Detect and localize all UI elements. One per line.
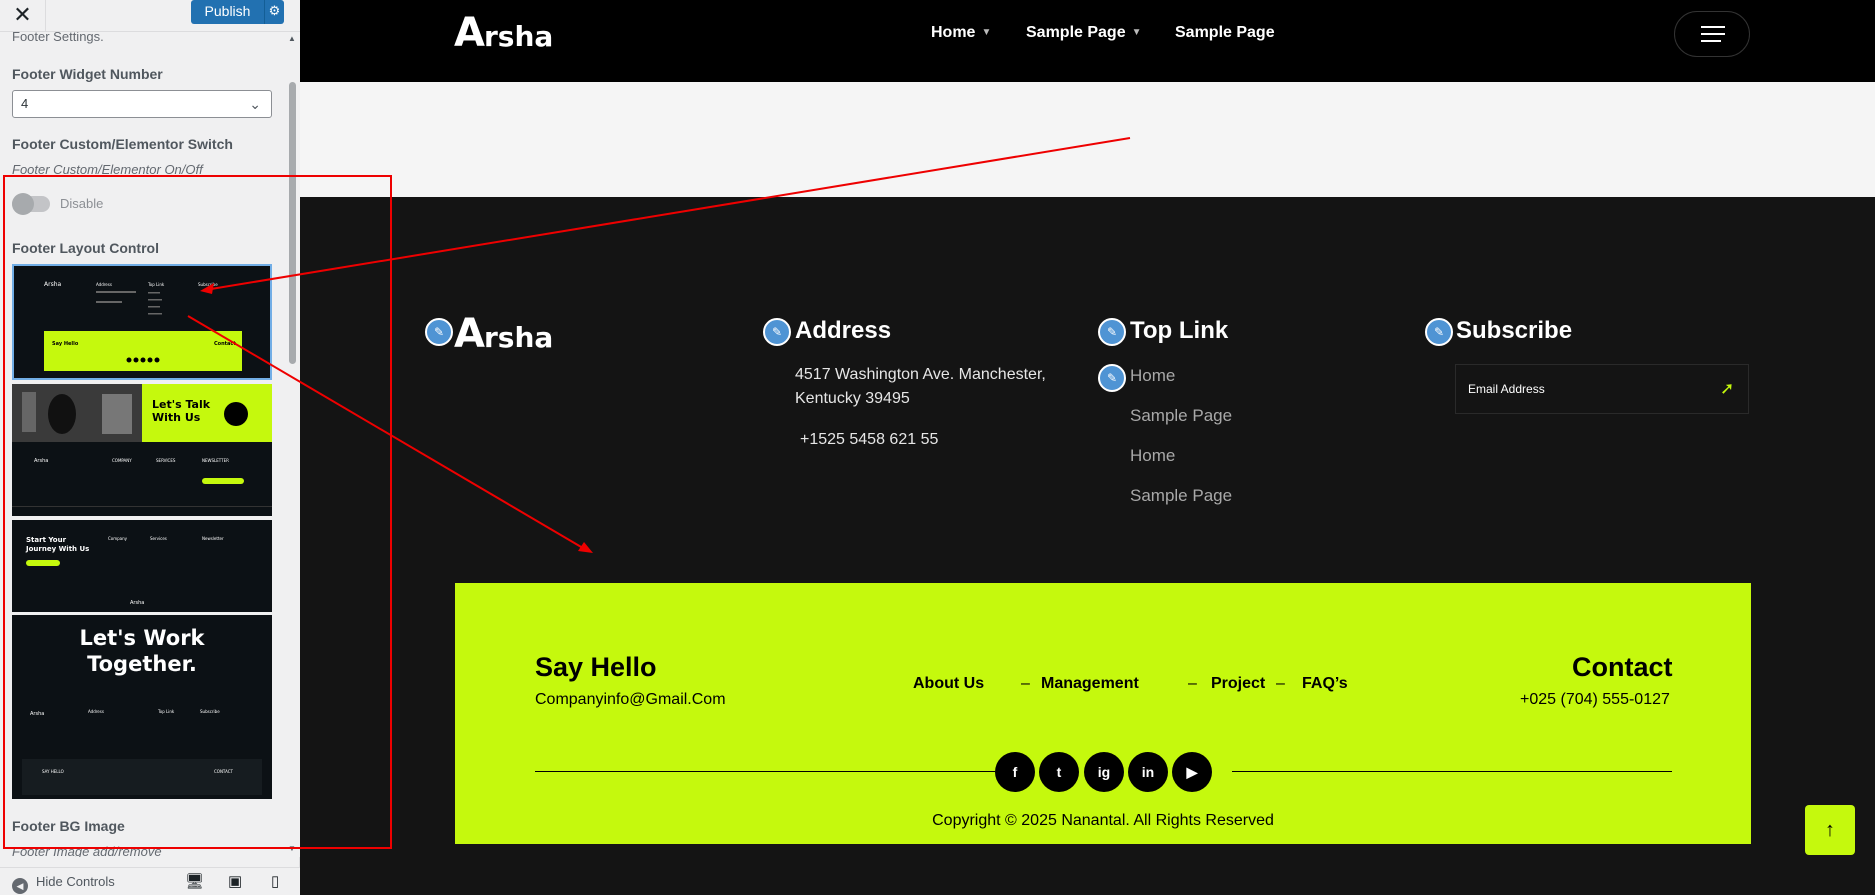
gear-icon[interactable]: ⚙ bbox=[264, 0, 284, 24]
subscribe-heading: Subscribe bbox=[1456, 317, 1573, 344]
contact-band: Say Hello Companyinfo@Gmail.Com About Us… bbox=[455, 583, 1751, 844]
email-input[interactable]: Email Address ➚ bbox=[1455, 364, 1749, 414]
hamburger-menu-icon[interactable] bbox=[1674, 11, 1750, 57]
say-hello-heading: Say Hello bbox=[535, 652, 657, 682]
address-line-1: 4517 Washington Ave. Manchester, bbox=[795, 366, 1046, 383]
address-line-2: Kentucky 39495 bbox=[795, 390, 910, 407]
footer-logo[interactable]: Arsha bbox=[454, 311, 553, 357]
toplink-sample-page[interactable]: Sample Page bbox=[1130, 486, 1232, 506]
edit-pencil-icon[interactable]: ✎ bbox=[763, 318, 791, 346]
site-footer: ✎ Arsha ✎ Address 4517 Washington Ave. M… bbox=[300, 197, 1875, 895]
menu-separator: – bbox=[1188, 675, 1197, 692]
edit-pencil-icon[interactable]: ✎ bbox=[1425, 318, 1453, 346]
divider-left bbox=[535, 771, 995, 772]
caret-down-icon: ▼ bbox=[981, 27, 992, 38]
widget-number-select[interactable]: 4 ⌄ bbox=[12, 90, 272, 118]
content-area bbox=[300, 82, 1875, 197]
chevron-down-icon: ⌄ bbox=[249, 96, 261, 112]
menu-faqs[interactable]: FAQ’s bbox=[1302, 675, 1348, 693]
copyright-text: Copyright © 2025 Nanantal. All Rights Re… bbox=[932, 812, 1274, 829]
nav-sample-page-1[interactable]: Sample Page ▼ bbox=[1026, 24, 1142, 42]
publish-button[interactable]: Publish bbox=[191, 0, 264, 24]
edit-pencil-icon[interactable]: ✎ bbox=[1098, 318, 1126, 346]
site-header: Arsha Home ▼ Sample Page ▼ Sample Page bbox=[300, 0, 1875, 82]
divider-right bbox=[1232, 771, 1672, 772]
back-to-top-button[interactable]: ↑ bbox=[1805, 805, 1855, 855]
toplink-heading: Top Link bbox=[1130, 317, 1229, 344]
phone-number: +1525 5458 621 55 bbox=[800, 431, 939, 448]
customizer-footer: ◀ Hide Controls 🖥 ▣ ▯ bbox=[0, 867, 300, 895]
site-logo[interactable]: Arsha bbox=[454, 10, 553, 56]
toplink-home[interactable]: Home bbox=[1130, 446, 1175, 466]
menu-management[interactable]: Management bbox=[1041, 675, 1139, 693]
mobile-icon[interactable]: ▯ bbox=[271, 872, 279, 890]
nav-home[interactable]: Home ▼ bbox=[931, 24, 991, 42]
customizer-header: ✕ Publish ⚙ bbox=[0, 0, 300, 32]
tablet-icon[interactable]: ▣ bbox=[228, 872, 242, 890]
caret-down-icon: ▼ bbox=[1131, 27, 1142, 38]
twitter-icon[interactable]: t bbox=[1039, 752, 1079, 792]
menu-separator: – bbox=[1021, 675, 1030, 692]
nav-sample-page-2[interactable]: Sample Page bbox=[1175, 24, 1275, 42]
site-preview: Arsha Home ▼ Sample Page ▼ Sample Page ✎ A… bbox=[300, 0, 1875, 895]
instagram-icon[interactable]: ig bbox=[1084, 752, 1124, 792]
footer-settings-desc: Footer Settings. bbox=[12, 32, 104, 44]
edit-pencil-icon[interactable]: ✎ bbox=[1098, 364, 1126, 392]
switch-label: Footer Custom/Elementor Switch bbox=[12, 136, 233, 152]
company-email[interactable]: Companyinfo@Gmail.Com bbox=[535, 691, 726, 709]
menu-project[interactable]: Project bbox=[1211, 675, 1265, 693]
close-icon[interactable]: ✕ bbox=[0, 0, 46, 32]
menu-about-us[interactable]: About Us bbox=[913, 675, 984, 693]
email-placeholder: Email Address bbox=[1468, 382, 1545, 396]
contact-phone[interactable]: +025 (704) 555-0127 bbox=[1520, 691, 1670, 709]
toplink-home[interactable]: Home bbox=[1130, 366, 1175, 386]
menu-separator: – bbox=[1276, 675, 1285, 692]
address-heading: Address bbox=[795, 317, 892, 344]
toplink-sample-page[interactable]: Sample Page bbox=[1130, 406, 1232, 426]
hide-controls-button[interactable]: ◀ Hide Controls bbox=[12, 874, 115, 894]
hide-controls-label: Hide Controls bbox=[36, 874, 115, 889]
widget-number-label: Footer Widget Number bbox=[12, 66, 163, 82]
contact-heading: Contact bbox=[1572, 652, 1673, 682]
screen: ✕ Publish ⚙ Footer Settings. Footer Widg… bbox=[0, 0, 1875, 895]
annotation-highlight-box bbox=[3, 175, 392, 849]
linkedin-icon[interactable]: in bbox=[1128, 752, 1168, 792]
widget-number-value: 4 bbox=[21, 96, 29, 111]
facebook-icon[interactable]: f bbox=[995, 752, 1035, 792]
scroll-up-icon[interactable]: ▲ bbox=[288, 34, 296, 43]
edit-pencil-icon[interactable]: ✎ bbox=[425, 318, 453, 346]
send-arrow-icon[interactable]: ➚ bbox=[1720, 379, 1734, 399]
youtube-icon[interactable]: ▶ bbox=[1172, 752, 1212, 792]
desktop-icon[interactable]: 🖥 bbox=[185, 872, 204, 890]
collapse-icon: ◀ bbox=[12, 878, 28, 894]
